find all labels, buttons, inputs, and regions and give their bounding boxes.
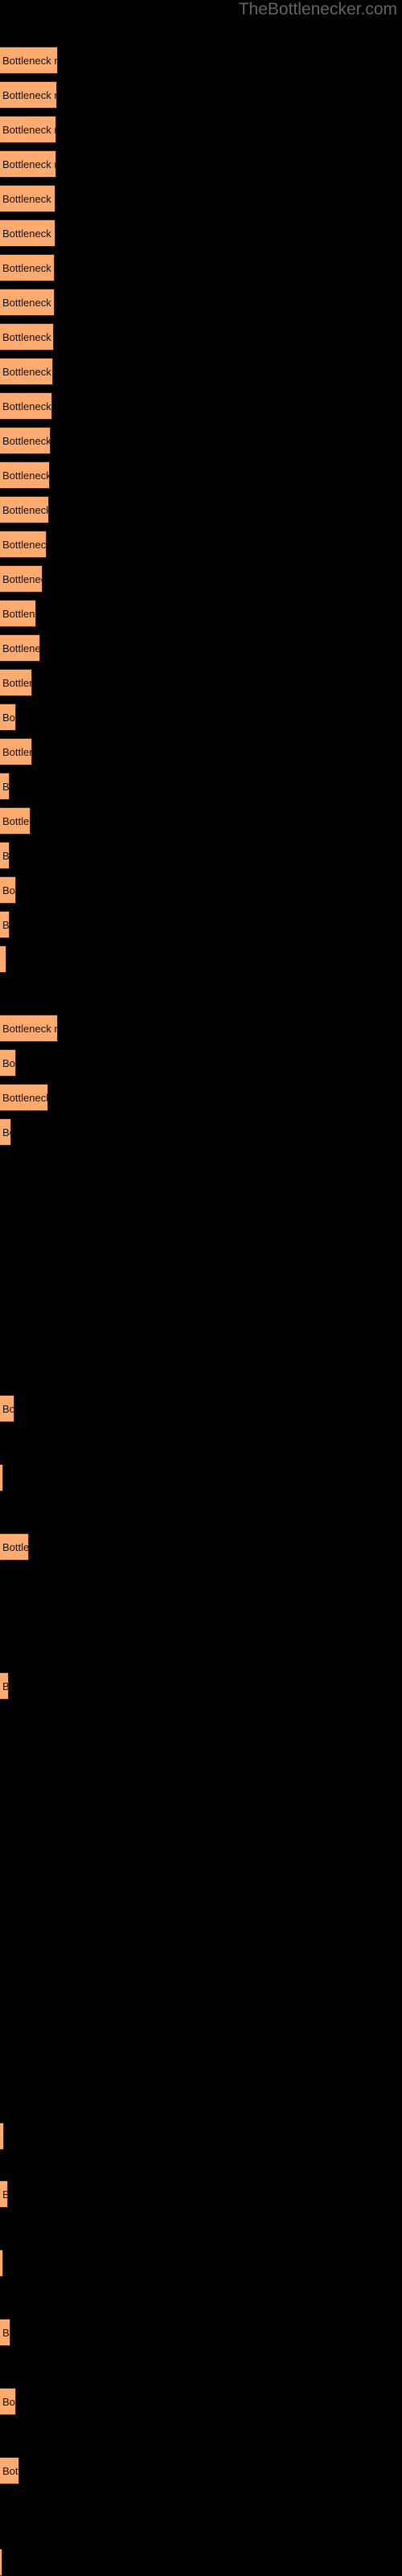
bar-label: Bottleneck result bbox=[2, 1126, 10, 1138]
plot-area: Bottleneck result Bottleneck result Bottle… bbox=[0, 0, 402, 2576]
bar-label: Bottleneck result bbox=[2, 1680, 9, 1692]
chart-bar bbox=[0, 2123, 4, 2150]
bar-label: Bottleneck result bbox=[2, 642, 40, 654]
chart-bar bbox=[0, 1464, 3, 1491]
chart-bar: Bottleneck result bbox=[0, 427, 51, 454]
bar-label: Bottleneck result bbox=[2, 193, 55, 205]
bar-label: Bottleneck result bbox=[2, 746, 31, 758]
chart-bar: Bottleneck result bbox=[0, 47, 58, 74]
chart-bar: Bottleneck result bbox=[0, 600, 36, 627]
chart-bar bbox=[0, 2549, 2, 2576]
bar-label: Bottleneck result bbox=[2, 2181, 7, 2207]
chart-bar: Bottleneck result bbox=[0, 703, 16, 731]
chart-bar: Bottleneck result bbox=[0, 1015, 58, 1042]
bar-label: Bottleneck result bbox=[2, 850, 10, 862]
chart-bar: Bottleneck result bbox=[0, 634, 40, 662]
bar-label: Bottleneck result bbox=[2, 400, 51, 412]
bar-label: Bottleneck result bbox=[2, 677, 31, 689]
bar-label: Bottleneck result bbox=[2, 366, 52, 378]
bar-label: Bottleneck result bbox=[2, 712, 15, 724]
chart-bar: Bottleneck result bbox=[0, 2457, 19, 2484]
bar-label: Bottleneck result bbox=[2, 331, 53, 343]
chart-bar: Bottleneck result bbox=[0, 807, 31, 835]
chart-bar: Bottleneck result bbox=[0, 773, 10, 800]
chart-bar: Bottleneck result bbox=[0, 358, 53, 385]
bar-label: Bottleneck result bbox=[2, 919, 10, 931]
bar-label: Bottleneck result bbox=[2, 124, 55, 136]
bar-label: Bottleneck result bbox=[2, 815, 30, 827]
bar-label: Bottleneck result bbox=[2, 158, 55, 170]
chart-bar: Bottleneck result bbox=[0, 842, 10, 869]
chart-bar: Bottleneck result bbox=[0, 1533, 29, 1561]
chart-bar: Bottleneck result bbox=[0, 185, 55, 212]
chart-bar: Bottleneck result bbox=[0, 116, 56, 143]
bar-label: Bottleneck result bbox=[2, 1023, 58, 1035]
chart-bar: Bottleneck result bbox=[0, 81, 57, 109]
bar-label: Bottleneck result bbox=[2, 2396, 15, 2408]
chart-bar: Bottleneck result bbox=[0, 392, 52, 420]
bar-label: Bottleneck result bbox=[2, 884, 15, 896]
bar-label: Bottleneck result bbox=[2, 262, 54, 274]
bar-label: Bottleneck result bbox=[2, 539, 47, 551]
bar-label: Bottleneck result bbox=[2, 573, 42, 585]
chart-bar: Bottleneck result bbox=[0, 461, 50, 489]
bar-label: Bottleneck result bbox=[2, 55, 58, 67]
chart-bar: Bottleneck result bbox=[0, 876, 16, 904]
bar-label: Bottleneck result bbox=[2, 2465, 18, 2477]
chart-bar: Bottleneck result bbox=[0, 219, 55, 247]
bar-label: Bottleneck result bbox=[2, 2327, 10, 2339]
chart-bar: Bottleneck result bbox=[0, 531, 47, 558]
chart-bar: Bottleneck result bbox=[0, 254, 55, 281]
bar-label: Bottleneck result bbox=[2, 504, 49, 516]
bar-label: Bottleneck result bbox=[2, 781, 10, 793]
chart-bar: Bottleneck result bbox=[0, 496, 49, 523]
chart-bar: Bottleneck result bbox=[0, 669, 32, 696]
chart-bar: Bottleneck result bbox=[0, 150, 56, 178]
chart-bar: Bottleneck result bbox=[0, 738, 32, 765]
bar-label: Bottleneck result bbox=[2, 89, 56, 101]
chart-bar: Bottleneck result bbox=[0, 1395, 14, 1422]
chart-bar: Bottleneck result bbox=[0, 911, 10, 938]
chart-bar bbox=[0, 945, 6, 973]
bar-label: Bottleneck result bbox=[2, 1057, 15, 1069]
bar-chart: TheBottlenecker.com Bottleneck resultBot… bbox=[0, 0, 402, 2576]
chart-bar: Bottleneck result bbox=[0, 2388, 16, 2415]
chart-bar: Bottleneck result bbox=[0, 289, 55, 316]
bar-label: Bottleneck result bbox=[2, 297, 54, 309]
chart-bar: Bottleneck result bbox=[0, 1084, 48, 1111]
chart-bar: Bottleneck result bbox=[0, 323, 54, 351]
chart-bar: Bottleneck result bbox=[0, 565, 43, 593]
chart-bar: Bottleneck result bbox=[0, 1672, 9, 1700]
bar-label: Bottleneck result bbox=[2, 1541, 29, 1553]
chart-bar: Bottleneck result bbox=[0, 1118, 11, 1146]
chart-bar: Bottleneck result bbox=[0, 1049, 16, 1077]
bar-label: Bottleneck result bbox=[2, 435, 51, 447]
chart-bar: Bottleneck result bbox=[0, 2180, 8, 2208]
chart-bar: Bottleneck result bbox=[0, 2319, 10, 2346]
bar-label: Bottleneck result bbox=[2, 1403, 14, 1415]
bar-label: Bottleneck result bbox=[2, 608, 35, 620]
chart-bar bbox=[0, 2250, 3, 2277]
bar-label: Bottleneck result bbox=[2, 1092, 48, 1104]
bar-label: Bottleneck result bbox=[2, 228, 55, 240]
bar-label: Bottleneck result bbox=[2, 470, 50, 482]
